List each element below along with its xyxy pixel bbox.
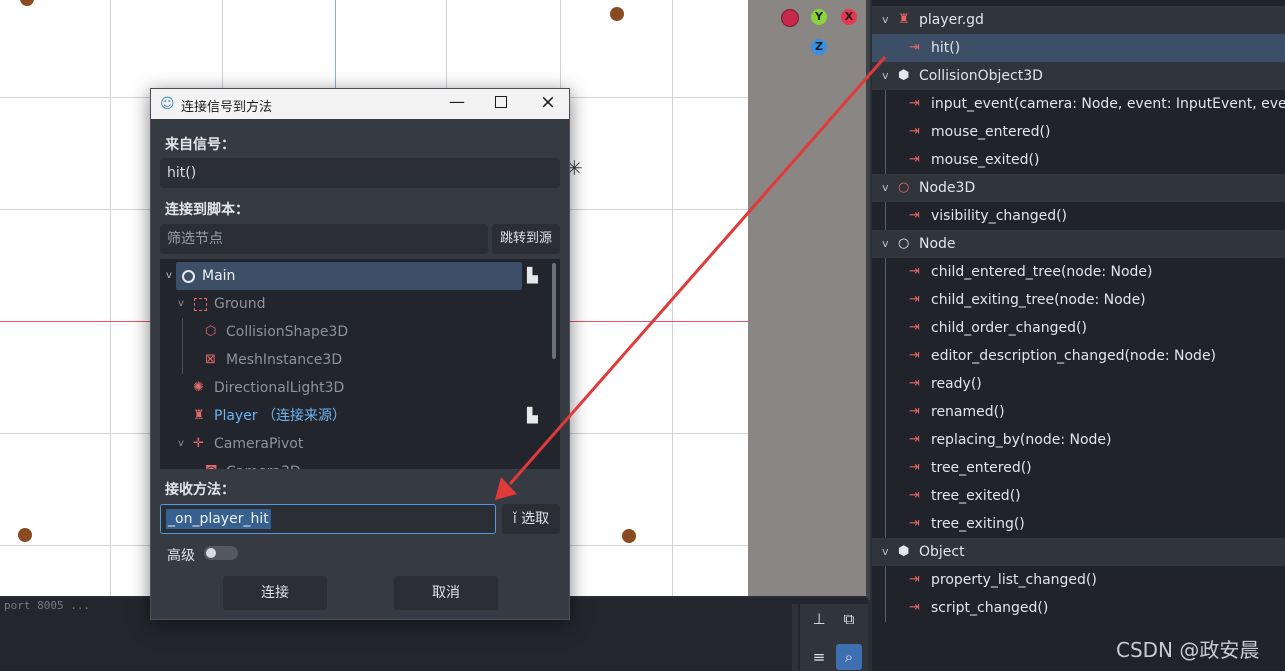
annotation-arrows — [495, 56, 887, 500]
annotation-arrow-line — [508, 56, 887, 485]
